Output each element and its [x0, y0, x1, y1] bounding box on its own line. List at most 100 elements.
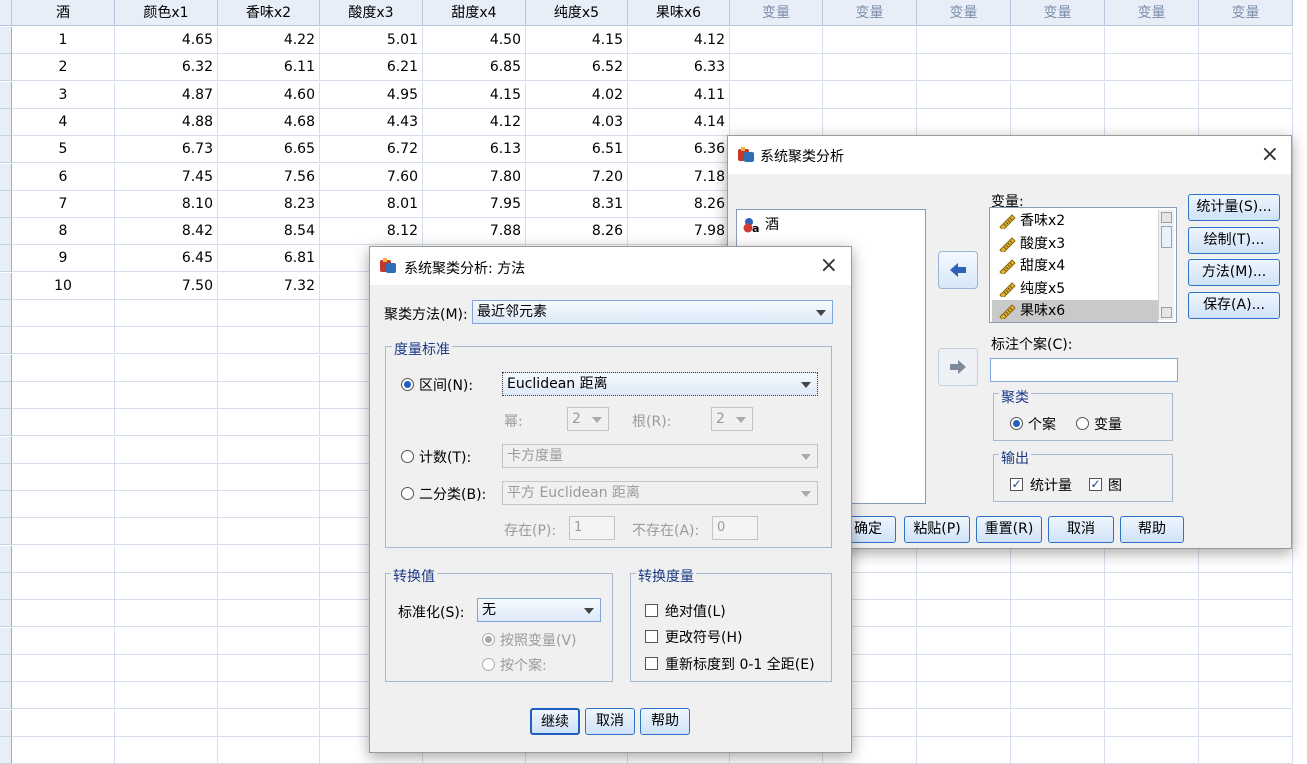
grid-cell[interactable] — [917, 27, 1011, 54]
grid-cell[interactable]: 4.65 — [115, 27, 218, 54]
row-header[interactable] — [0, 82, 12, 109]
row-header[interactable] — [0, 737, 12, 764]
grid-cell[interactable] — [218, 327, 320, 354]
move-variable-button[interactable] — [938, 251, 978, 289]
grid-cell[interactable] — [917, 54, 1011, 81]
grid-cell[interactable] — [12, 491, 115, 518]
grid-cell[interactable]: 7.20 — [526, 164, 628, 191]
grid-cell[interactable] — [218, 546, 320, 573]
standardize-select[interactable]: 无 — [477, 598, 601, 622]
column-header-empty[interactable]: 变量 — [1011, 0, 1105, 26]
grid-cell[interactable]: 4.95 — [320, 82, 423, 109]
row-header[interactable] — [0, 327, 12, 354]
grid-cell[interactable]: 8.54 — [218, 218, 320, 245]
counts-measure-select[interactable]: 卡方度量 — [502, 444, 818, 468]
row-header[interactable] — [0, 464, 12, 491]
grid-cell[interactable]: 6.85 — [423, 54, 526, 81]
paste-button[interactable]: 粘贴(P) — [904, 516, 970, 543]
grid-cell[interactable]: 6.73 — [115, 136, 218, 163]
grid-cell[interactable]: 5 — [12, 136, 115, 163]
grid-cell[interactable] — [218, 628, 320, 655]
grid-cell[interactable]: 8.31 — [526, 191, 628, 218]
grid-cell[interactable] — [115, 737, 218, 764]
row-header[interactable] — [0, 710, 12, 737]
grid-cell[interactable] — [917, 82, 1011, 109]
grid-cell[interactable] — [12, 573, 115, 600]
grid-cell[interactable] — [115, 573, 218, 600]
move-label-button[interactable] — [938, 348, 978, 386]
grid-cell[interactable]: 4.88 — [115, 109, 218, 136]
row-header[interactable] — [0, 491, 12, 518]
grid-cell[interactable]: 7.32 — [218, 273, 320, 300]
grid-cell[interactable] — [1011, 109, 1105, 136]
column-header[interactable]: 酸度x3 — [320, 0, 423, 26]
present-field[interactable]: 1 — [569, 516, 615, 540]
reset-button[interactable]: 重置(R) — [976, 516, 1042, 543]
column-header[interactable]: 甜度x4 — [423, 0, 526, 26]
grid-cell[interactable] — [917, 710, 1011, 737]
grid-cell[interactable]: 8.26 — [526, 218, 628, 245]
grid-cell[interactable] — [115, 518, 218, 545]
column-header[interactable]: 酒 — [12, 0, 115, 26]
row-header[interactable] — [0, 355, 12, 382]
grid-cell[interactable]: 4.15 — [423, 82, 526, 109]
grid-cell[interactable] — [1105, 710, 1199, 737]
grid-cell[interactable]: 6.52 — [526, 54, 628, 81]
grid-cell[interactable] — [1199, 600, 1293, 627]
grid-cell[interactable]: 3 — [12, 82, 115, 109]
grid-cell[interactable] — [1199, 546, 1293, 573]
help-button[interactable]: 帮助 — [1120, 516, 1184, 543]
grid-cell[interactable] — [1011, 546, 1105, 573]
grid-cell[interactable] — [12, 355, 115, 382]
by-variable-radio[interactable] — [482, 633, 495, 646]
grid-cell[interactable] — [12, 409, 115, 436]
main-dialog-titlebar[interactable]: 系统聚类分析 × — [728, 136, 1291, 174]
variables-list[interactable]: 香味x2 酸度x3 甜度x4 纯度x5 果味x6 — [989, 207, 1177, 323]
grid-cell[interactable]: 10 — [12, 273, 115, 300]
row-header[interactable] — [0, 218, 12, 245]
statistics-button[interactable]: 统计量(S)... — [1188, 194, 1280, 221]
scroll-thumb[interactable] — [1161, 226, 1172, 248]
grid-cell[interactable] — [917, 109, 1011, 136]
grid-cell[interactable] — [1105, 82, 1199, 109]
change-sign-checkbox[interactable] — [645, 630, 658, 643]
cluster-variables-radio[interactable] — [1076, 417, 1089, 430]
row-header[interactable] — [0, 600, 12, 627]
grid-cell[interactable]: 6.32 — [115, 54, 218, 81]
grid-cell[interactable] — [1105, 109, 1199, 136]
grid-cell[interactable] — [1105, 27, 1199, 54]
grid-cell[interactable] — [115, 710, 218, 737]
binary-radio[interactable] — [401, 487, 414, 500]
grid-cell[interactable] — [218, 300, 320, 327]
grid-cell[interactable] — [730, 82, 823, 109]
save-button[interactable]: 保存(A)... — [1188, 292, 1280, 319]
grid-cell[interactable]: 2 — [12, 54, 115, 81]
grid-cell[interactable]: 7.56 — [218, 164, 320, 191]
grid-cell[interactable] — [917, 573, 1011, 600]
grid-cell[interactable]: 6.33 — [628, 54, 730, 81]
row-header[interactable] — [0, 382, 12, 409]
grid-cell[interactable] — [12, 737, 115, 764]
cluster-cases-radio[interactable] — [1010, 417, 1023, 430]
grid-cell[interactable]: 8.42 — [115, 218, 218, 245]
grid-cell[interactable] — [218, 655, 320, 682]
grid-cell[interactable]: 8.23 — [218, 191, 320, 218]
plots-button[interactable]: 绘制(T)... — [1188, 227, 1280, 254]
column-header[interactable]: 纯度x5 — [526, 0, 628, 26]
grid-cell[interactable]: 6.81 — [218, 245, 320, 272]
grid-cell[interactable] — [115, 655, 218, 682]
grid-cell[interactable] — [115, 437, 218, 464]
column-header-empty[interactable]: 变量 — [1105, 0, 1199, 26]
grid-cell[interactable] — [917, 628, 1011, 655]
grid-cell[interactable] — [12, 327, 115, 354]
grid-cell[interactable]: 4.68 — [218, 109, 320, 136]
grid-cell[interactable]: 6 — [12, 164, 115, 191]
grid-cell[interactable] — [917, 737, 1011, 764]
row-header[interactable] — [0, 655, 12, 682]
cancel-button[interactable]: 取消 — [1048, 516, 1114, 543]
grid-cell[interactable] — [1199, 54, 1293, 81]
grid-cell[interactable]: 9 — [12, 245, 115, 272]
grid-cell[interactable] — [1105, 546, 1199, 573]
row-header[interactable] — [0, 573, 12, 600]
grid-cell[interactable] — [1199, 737, 1293, 764]
